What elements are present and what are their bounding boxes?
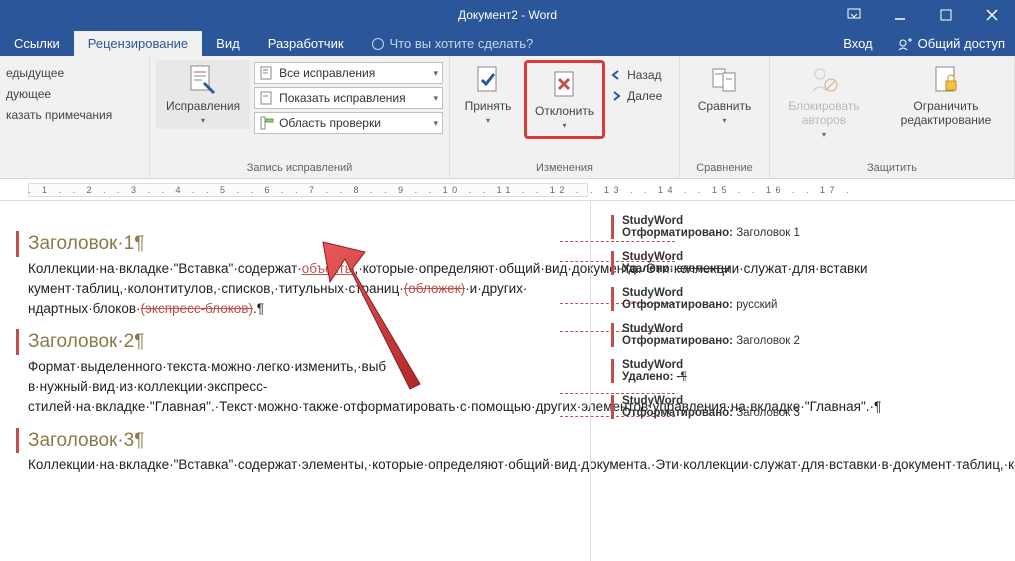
maximize-icon[interactable] — [923, 0, 969, 30]
display-icon — [259, 65, 275, 81]
track-group-label: Запись исправлений — [156, 162, 443, 176]
prev-comment[interactable]: едыдущее — [6, 64, 143, 82]
chevron-down-icon: ▾ — [563, 121, 567, 130]
revision-item[interactable]: StudyWord Удалено: элементы — [611, 251, 1005, 275]
protect-group-label: Защитить — [776, 162, 1008, 176]
block-authors-icon — [808, 64, 840, 96]
track-changes-icon — [187, 64, 219, 96]
reject-highlight: Отклонить ▾ — [524, 60, 605, 139]
next-change[interactable]: Далее — [609, 87, 662, 105]
minimize-icon[interactable] — [877, 0, 923, 30]
share-button[interactable]: Общий доступ — [887, 32, 1015, 56]
chevron-down-icon: ▾ — [822, 130, 826, 139]
doc-title: Документ2 - Word — [458, 8, 557, 22]
compare-icon — [709, 64, 741, 96]
tab-references[interactable]: Ссылки — [0, 31, 74, 56]
tab-developer[interactable]: Разработчик — [254, 31, 358, 56]
show-markups-combo[interactable]: Показать исправления▾ — [254, 87, 443, 109]
reject-button[interactable]: Отклонить ▾ — [529, 65, 600, 134]
window-controls — [831, 0, 1015, 30]
show-comments[interactable]: казать примечания — [6, 106, 143, 124]
revision-item[interactable]: StudyWord Отформатировано: Заголовок 2 — [611, 323, 1005, 347]
accept-button[interactable]: Принять ▾ — [456, 60, 520, 129]
arrow-right-icon — [609, 89, 623, 103]
titlebar: Документ2 - Word — [0, 0, 1015, 30]
ruler[interactable]: . 1 . . 2 . . 3 . . 4 . . 5 . . 6 . . 7 … — [0, 179, 1015, 201]
compare-group-label: Сравнение — [686, 162, 763, 176]
arrow-left-icon — [609, 68, 623, 82]
deleted-text: (экспресс-блоков) — [141, 301, 253, 316]
tellme-search[interactable]: Что вы хотите сделать? — [358, 31, 548, 56]
restrict-editing-button[interactable]: Ограничить редактирование — [884, 60, 1008, 132]
heading-3: Заголовок·3¶ — [28, 426, 562, 456]
inserted-text: объекты — [302, 261, 355, 276]
track-changes-button[interactable]: Исправления ▾ — [156, 60, 250, 129]
revision-item[interactable]: StudyWord Удалено: ·¶ — [611, 359, 1005, 383]
heading-1: Заголовок·1¶ — [28, 229, 562, 259]
prev-change[interactable]: Назад — [609, 66, 662, 84]
next-comment[interactable]: дующее — [6, 85, 143, 103]
bulb-icon — [372, 38, 384, 50]
restrict-icon — [930, 64, 962, 96]
ribbon-tabs: Ссылки Рецензирование Вид Разработчик Чт… — [0, 30, 1015, 56]
tab-review[interactable]: Рецензирование — [74, 31, 202, 56]
ribbon: едыдущее дующее казать примечания Исправ… — [0, 56, 1015, 179]
block-authors-button: Блокировать авторов ▾ — [776, 60, 872, 143]
revision-item[interactable]: StudyWord Отформатировано: Заголовок 1 — [611, 215, 1005, 239]
review-pane: StudyWord Отформатировано: Заголовок 1 S… — [590, 201, 1015, 561]
tab-view[interactable]: Вид — [202, 31, 254, 56]
heading-2: Заголовок·2¶ — [28, 327, 562, 357]
document-area: . 1 . . 2 . . 3 . . 4 . . 5 . . 6 . . 7 … — [0, 179, 1015, 561]
login-button[interactable]: Вход — [829, 31, 886, 56]
review-pane-icon — [259, 115, 275, 131]
chevron-down-icon: ▾ — [722, 116, 726, 125]
display-mode-combo[interactable]: Все исправления▾ — [254, 62, 443, 84]
paragraph-2: Формат·выделенного·текста·можно·легко·из… — [28, 357, 562, 418]
ribbon-opts-icon[interactable] — [831, 0, 877, 30]
accept-icon — [472, 64, 504, 96]
paragraph-3: Коллекции·на·вкладке·"Вставка"·содержат·… — [28, 455, 562, 475]
share-icon — [897, 36, 913, 52]
compare-button[interactable]: Сравнить ▾ — [692, 60, 757, 129]
deleted-text: (обложек) — [404, 281, 465, 296]
close-icon[interactable] — [969, 0, 1015, 30]
reject-icon — [549, 69, 581, 101]
chevron-down-icon: ▾ — [201, 116, 205, 125]
revision-item[interactable]: StudyWord Отформатировано: Заголовок 3 — [611, 395, 1005, 419]
review-pane-combo[interactable]: Область проверки▾ — [254, 112, 443, 134]
chevron-down-icon: ▾ — [486, 116, 490, 125]
revision-item[interactable]: StudyWord Отформатировано: русский — [611, 287, 1005, 311]
paragraph-1: Коллекции·на·вкладке·"Вставка"·содержат·… — [28, 259, 562, 320]
changes-group-label: Изменения — [456, 162, 673, 176]
comments-nav: едыдущее дующее казать примечания — [6, 60, 143, 124]
show-markups-icon — [259, 90, 275, 106]
document-page[interactable]: Заголовок·1¶ Коллекции·на·вкладке·"Встав… — [0, 201, 590, 561]
